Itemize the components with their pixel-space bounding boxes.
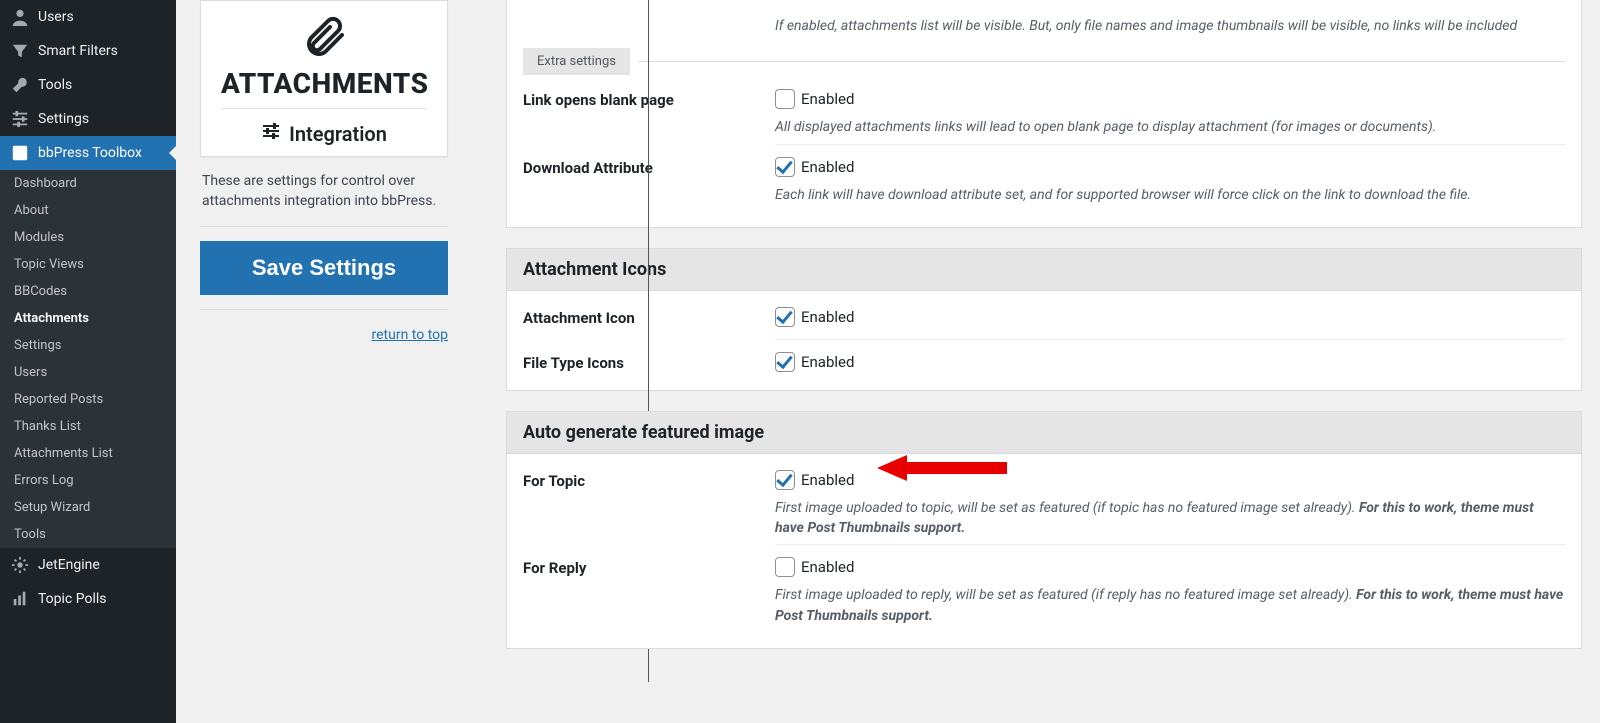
gear-icon	[10, 556, 30, 574]
sidebar-item-label: Users	[38, 9, 74, 25]
submenu-about[interactable]: About	[0, 197, 176, 224]
submenu-errors-log[interactable]: Errors Log	[0, 467, 176, 494]
checkbox-label: Enabled	[801, 353, 854, 371]
save-settings-button[interactable]: Save Settings	[200, 241, 448, 295]
sidebar-item-label: Topic Polls	[38, 591, 107, 607]
label-download-attr: Download Attribute	[523, 157, 775, 209]
filter-icon	[10, 42, 30, 60]
sidebar-item-settings[interactable]: Settings	[0, 102, 176, 136]
checkbox-label: Enabled	[801, 471, 854, 489]
sidebar-item-tools[interactable]: Tools	[0, 68, 176, 102]
submenu-modules[interactable]: Modules	[0, 224, 176, 251]
help-for-reply: First image uploaded to reply, will be s…	[775, 585, 1565, 626]
help-for-topic: First image uploaded to topic, will be s…	[775, 498, 1565, 539]
sidebar-item-topic-polls[interactable]: Topic Polls	[0, 582, 176, 616]
page-summary-card: ATTACHMENTS Integration	[200, 0, 448, 157]
page-subtitle: Integration	[289, 122, 387, 146]
page-description: These are settings for control over atta…	[202, 171, 446, 212]
label-link-blank: Link opens blank page	[523, 89, 775, 144]
sidebar-item-smart-filters[interactable]: Smart Filters	[0, 34, 176, 68]
bars-icon	[10, 590, 30, 608]
checkbox-label: Enabled	[801, 158, 854, 176]
sidebar-item-bbpress-toolbox[interactable]: bbPress Toolbox	[0, 136, 176, 170]
submenu-attachments-list[interactable]: Attachments List	[0, 440, 176, 467]
label-for-topic: For Topic	[523, 470, 775, 546]
paperclip-icon	[221, 13, 427, 61]
submenu-attachments[interactable]: Attachments	[0, 305, 176, 332]
sidebar-item-jetengine[interactable]: JetEngine	[0, 548, 176, 582]
heading-attachment-icons: Attachment Icons	[507, 249, 1581, 291]
checkbox-download-attr[interactable]	[775, 157, 795, 177]
sliders-icon	[261, 121, 281, 146]
checkbox-attachment-icon[interactable]	[775, 307, 795, 327]
submenu-bbpress: Dashboard About Modules Topic Views BBCo…	[0, 170, 176, 548]
user-icon	[10, 8, 30, 26]
box-icon	[10, 144, 30, 162]
checkbox-for-reply[interactable]	[775, 557, 795, 577]
fieldset-extra-settings: Extra settings	[523, 48, 630, 75]
checkbox-link-blank[interactable]	[775, 89, 795, 109]
help-hide-links: If enabled, attachments list will be vis…	[775, 16, 1565, 36]
submenu-reported-posts[interactable]: Reported Posts	[0, 386, 176, 413]
sidebar-item-users[interactable]: Users	[0, 0, 176, 34]
label-attachment-icon: Attachment Icon	[523, 307, 775, 340]
sidebar-item-label: bbPress Toolbox	[38, 145, 142, 161]
return-to-top-link[interactable]: return to top	[372, 327, 448, 343]
submenu-dashboard[interactable]: Dashboard	[0, 170, 176, 197]
heading-featured-image: Auto generate featured image	[507, 412, 1581, 454]
panel-featured-image: Auto generate featured image For Topic E…	[506, 411, 1582, 649]
admin-sidebar: Users Smart Filters Tools Settings bbPre…	[0, 0, 176, 723]
submenu-tools[interactable]: Tools	[0, 521, 176, 548]
checkbox-label: Enabled	[801, 558, 854, 576]
checkbox-file-type-icons[interactable]	[775, 352, 795, 372]
submenu-topic-views[interactable]: Topic Views	[0, 251, 176, 278]
sidebar-item-label: Tools	[38, 77, 72, 93]
checkbox-label: Enabled	[801, 308, 854, 326]
label-file-type-icons: File Type Icons	[523, 352, 775, 372]
checkbox-label: Enabled	[801, 90, 854, 108]
submenu-settings[interactable]: Settings	[0, 332, 176, 359]
submenu-thanks-list[interactable]: Thanks List	[0, 413, 176, 440]
wrench-icon	[10, 76, 30, 94]
sidebar-item-label: Settings	[38, 111, 89, 127]
page-title: ATTACHMENTS	[221, 67, 427, 100]
submenu-bbcodes[interactable]: BBCodes	[0, 278, 176, 305]
sidebar-item-label: JetEngine	[38, 557, 100, 573]
submenu-users[interactable]: Users	[0, 359, 176, 386]
help-download-attr: Each link will have download attribute s…	[775, 185, 1565, 205]
checkbox-for-topic[interactable]	[775, 470, 795, 490]
panel-extra-settings: If enabled, attachments list will be vis…	[506, 0, 1582, 228]
sliders-icon	[10, 110, 30, 128]
panel-attachment-icons: Attachment Icons Attachment Icon Enabled…	[506, 248, 1582, 391]
help-link-blank: All displayed attachments links will lea…	[775, 117, 1565, 137]
label-for-reply: For Reply	[523, 557, 775, 630]
submenu-setup-wizard[interactable]: Setup Wizard	[0, 494, 176, 521]
sidebar-item-label: Smart Filters	[38, 43, 118, 59]
